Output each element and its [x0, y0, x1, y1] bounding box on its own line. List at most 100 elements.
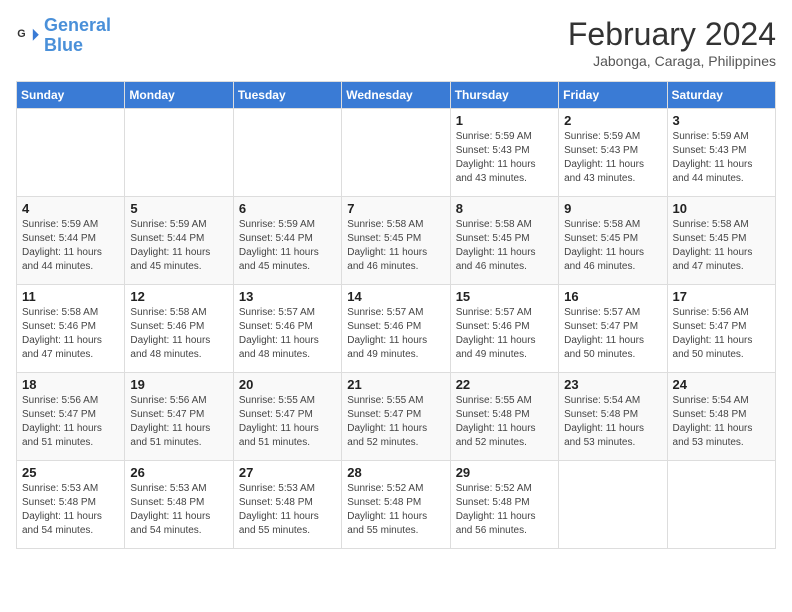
location-subtitle: Jabonga, Caraga, Philippines [568, 53, 776, 69]
day-info: Sunrise: 5:59 AM Sunset: 5:43 PM Dayligh… [673, 130, 770, 186]
header: G General Blue February 2024 Jabonga, Ca… [16, 16, 776, 69]
day-info: Sunrise: 5:58 AM Sunset: 5:45 PM Dayligh… [347, 218, 444, 274]
day-number: 23 [564, 377, 661, 392]
calendar-cell: 4 Sunrise: 5:59 AM Sunset: 5:44 PM Daylig… [17, 197, 125, 285]
calendar-cell: 24 Sunrise: 5:54 AM Sunset: 5:48 PM Dayli… [667, 373, 775, 461]
day-number: 5 [130, 201, 227, 216]
day-number: 28 [347, 465, 444, 480]
day-info: Sunrise: 5:56 AM Sunset: 5:47 PM Dayligh… [130, 394, 227, 450]
weekday-header-thursday: Thursday [450, 82, 558, 109]
day-number: 19 [130, 377, 227, 392]
weekday-header-saturday: Saturday [667, 82, 775, 109]
day-number: 17 [673, 289, 770, 304]
calendar-cell: 14 Sunrise: 5:57 AM Sunset: 5:46 PM Dayli… [342, 285, 450, 373]
calendar-cell: 15 Sunrise: 5:57 AM Sunset: 5:46 PM Dayli… [450, 285, 558, 373]
day-info: Sunrise: 5:59 AM Sunset: 5:44 PM Dayligh… [22, 218, 119, 274]
day-info: Sunrise: 5:59 AM Sunset: 5:43 PM Dayligh… [564, 130, 661, 186]
day-number: 26 [130, 465, 227, 480]
day-info: Sunrise: 5:59 AM Sunset: 5:44 PM Dayligh… [130, 218, 227, 274]
day-info: Sunrise: 5:56 AM Sunset: 5:47 PM Dayligh… [673, 306, 770, 362]
day-info: Sunrise: 5:57 AM Sunset: 5:47 PM Dayligh… [564, 306, 661, 362]
day-number: 29 [456, 465, 553, 480]
day-number: 3 [673, 113, 770, 128]
day-number: 1 [456, 113, 553, 128]
calendar-cell: 8 Sunrise: 5:58 AM Sunset: 5:45 PM Daylig… [450, 197, 558, 285]
calendar-cell: 26 Sunrise: 5:53 AM Sunset: 5:48 PM Dayli… [125, 461, 233, 549]
day-info: Sunrise: 5:57 AM Sunset: 5:46 PM Dayligh… [347, 306, 444, 362]
day-number: 6 [239, 201, 336, 216]
calendar-cell [559, 461, 667, 549]
logo: G General Blue [16, 16, 111, 56]
calendar-cell [342, 109, 450, 197]
calendar-cell: 28 Sunrise: 5:52 AM Sunset: 5:48 PM Dayli… [342, 461, 450, 549]
calendar-table: SundayMondayTuesdayWednesdayThursdayFrid… [16, 81, 776, 549]
calendar-cell: 18 Sunrise: 5:56 AM Sunset: 5:47 PM Dayli… [17, 373, 125, 461]
calendar-cell: 19 Sunrise: 5:56 AM Sunset: 5:47 PM Dayli… [125, 373, 233, 461]
day-number: 4 [22, 201, 119, 216]
day-info: Sunrise: 5:58 AM Sunset: 5:45 PM Dayligh… [673, 218, 770, 274]
day-number: 2 [564, 113, 661, 128]
calendar-cell: 27Sunrise: 5:53 AM Sunset: 5:48 PM Dayli… [233, 461, 341, 549]
day-info: Sunrise: 5:59 AM Sunset: 5:44 PM Dayligh… [239, 218, 336, 274]
title-area: February 2024 Jabonga, Caraga, Philippin… [568, 16, 776, 69]
calendar-cell: 17 Sunrise: 5:56 AM Sunset: 5:47 PM Dayli… [667, 285, 775, 373]
day-info: Sunrise: 5:57 AM Sunset: 5:46 PM Dayligh… [456, 306, 553, 362]
svg-text:G: G [17, 28, 25, 40]
calendar-cell [17, 109, 125, 197]
calendar-cell: 1Sunrise: 5:59 AM Sunset: 5:43 PM Daylig… [450, 109, 558, 197]
month-year-title: February 2024 [568, 16, 776, 53]
calendar-cell: 7Sunrise: 5:58 AM Sunset: 5:45 PM Daylig… [342, 197, 450, 285]
day-number: 11 [22, 289, 119, 304]
calendar-cell: 6 Sunrise: 5:59 AM Sunset: 5:44 PM Daylig… [233, 197, 341, 285]
day-info: Sunrise: 5:57 AM Sunset: 5:46 PM Dayligh… [239, 306, 336, 362]
day-info: Sunrise: 5:55 AM Sunset: 5:47 PM Dayligh… [239, 394, 336, 450]
logo-blue: Blue [44, 35, 83, 55]
day-info: Sunrise: 5:53 AM Sunset: 5:48 PM Dayligh… [239, 482, 336, 538]
calendar-cell: 12 Sunrise: 5:58 AM Sunset: 5:46 PM Dayli… [125, 285, 233, 373]
day-info: Sunrise: 5:58 AM Sunset: 5:46 PM Dayligh… [130, 306, 227, 362]
logo-general: General [44, 15, 111, 35]
day-number: 16 [564, 289, 661, 304]
day-info: Sunrise: 5:58 AM Sunset: 5:45 PM Dayligh… [564, 218, 661, 274]
day-number: 21 [347, 377, 444, 392]
weekday-header-monday: Monday [125, 82, 233, 109]
calendar-cell: 29 Sunrise: 5:52 AM Sunset: 5:48 PM Dayli… [450, 461, 558, 549]
weekday-header-friday: Friday [559, 82, 667, 109]
calendar-week-4: 18 Sunrise: 5:56 AM Sunset: 5:47 PM Dayli… [17, 373, 776, 461]
calendar-cell: 13Sunrise: 5:57 AM Sunset: 5:46 PM Dayli… [233, 285, 341, 373]
calendar-cell: 23 Sunrise: 5:54 AM Sunset: 5:48 PM Dayli… [559, 373, 667, 461]
day-info: Sunrise: 5:55 AM Sunset: 5:47 PM Dayligh… [347, 394, 444, 450]
calendar-week-2: 4 Sunrise: 5:59 AM Sunset: 5:44 PM Daylig… [17, 197, 776, 285]
calendar-cell: 2 Sunrise: 5:59 AM Sunset: 5:43 PM Daylig… [559, 109, 667, 197]
day-info: Sunrise: 5:58 AM Sunset: 5:46 PM Dayligh… [22, 306, 119, 362]
day-number: 8 [456, 201, 553, 216]
weekday-header-row: SundayMondayTuesdayWednesdayThursdayFrid… [17, 82, 776, 109]
day-number: 12 [130, 289, 227, 304]
day-info: Sunrise: 5:52 AM Sunset: 5:48 PM Dayligh… [347, 482, 444, 538]
day-info: Sunrise: 5:52 AM Sunset: 5:48 PM Dayligh… [456, 482, 553, 538]
day-number: 9 [564, 201, 661, 216]
day-info: Sunrise: 5:58 AM Sunset: 5:45 PM Dayligh… [456, 218, 553, 274]
day-info: Sunrise: 5:54 AM Sunset: 5:48 PM Dayligh… [673, 394, 770, 450]
calendar-cell: 21 Sunrise: 5:55 AM Sunset: 5:47 PM Dayli… [342, 373, 450, 461]
day-info: Sunrise: 5:55 AM Sunset: 5:48 PM Dayligh… [456, 394, 553, 450]
calendar-cell: 20Sunrise: 5:55 AM Sunset: 5:47 PM Dayli… [233, 373, 341, 461]
calendar-cell [667, 461, 775, 549]
calendar-cell: 22 Sunrise: 5:55 AM Sunset: 5:48 PM Dayli… [450, 373, 558, 461]
day-number: 22 [456, 377, 553, 392]
day-info: Sunrise: 5:54 AM Sunset: 5:48 PM Dayligh… [564, 394, 661, 450]
day-number: 24 [673, 377, 770, 392]
day-info: Sunrise: 5:56 AM Sunset: 5:47 PM Dayligh… [22, 394, 119, 450]
day-info: Sunrise: 5:53 AM Sunset: 5:48 PM Dayligh… [130, 482, 227, 538]
logo-icon: G [16, 24, 40, 48]
calendar-cell: 9 Sunrise: 5:58 AM Sunset: 5:45 PM Daylig… [559, 197, 667, 285]
day-number: 18 [22, 377, 119, 392]
day-number: 10 [673, 201, 770, 216]
logo-text: General Blue [44, 16, 111, 56]
day-number: 15 [456, 289, 553, 304]
calendar-cell: 3 Sunrise: 5:59 AM Sunset: 5:43 PM Daylig… [667, 109, 775, 197]
calendar-cell [233, 109, 341, 197]
day-number: 14 [347, 289, 444, 304]
weekday-header-wednesday: Wednesday [342, 82, 450, 109]
calendar-cell: 5 Sunrise: 5:59 AM Sunset: 5:44 PM Daylig… [125, 197, 233, 285]
